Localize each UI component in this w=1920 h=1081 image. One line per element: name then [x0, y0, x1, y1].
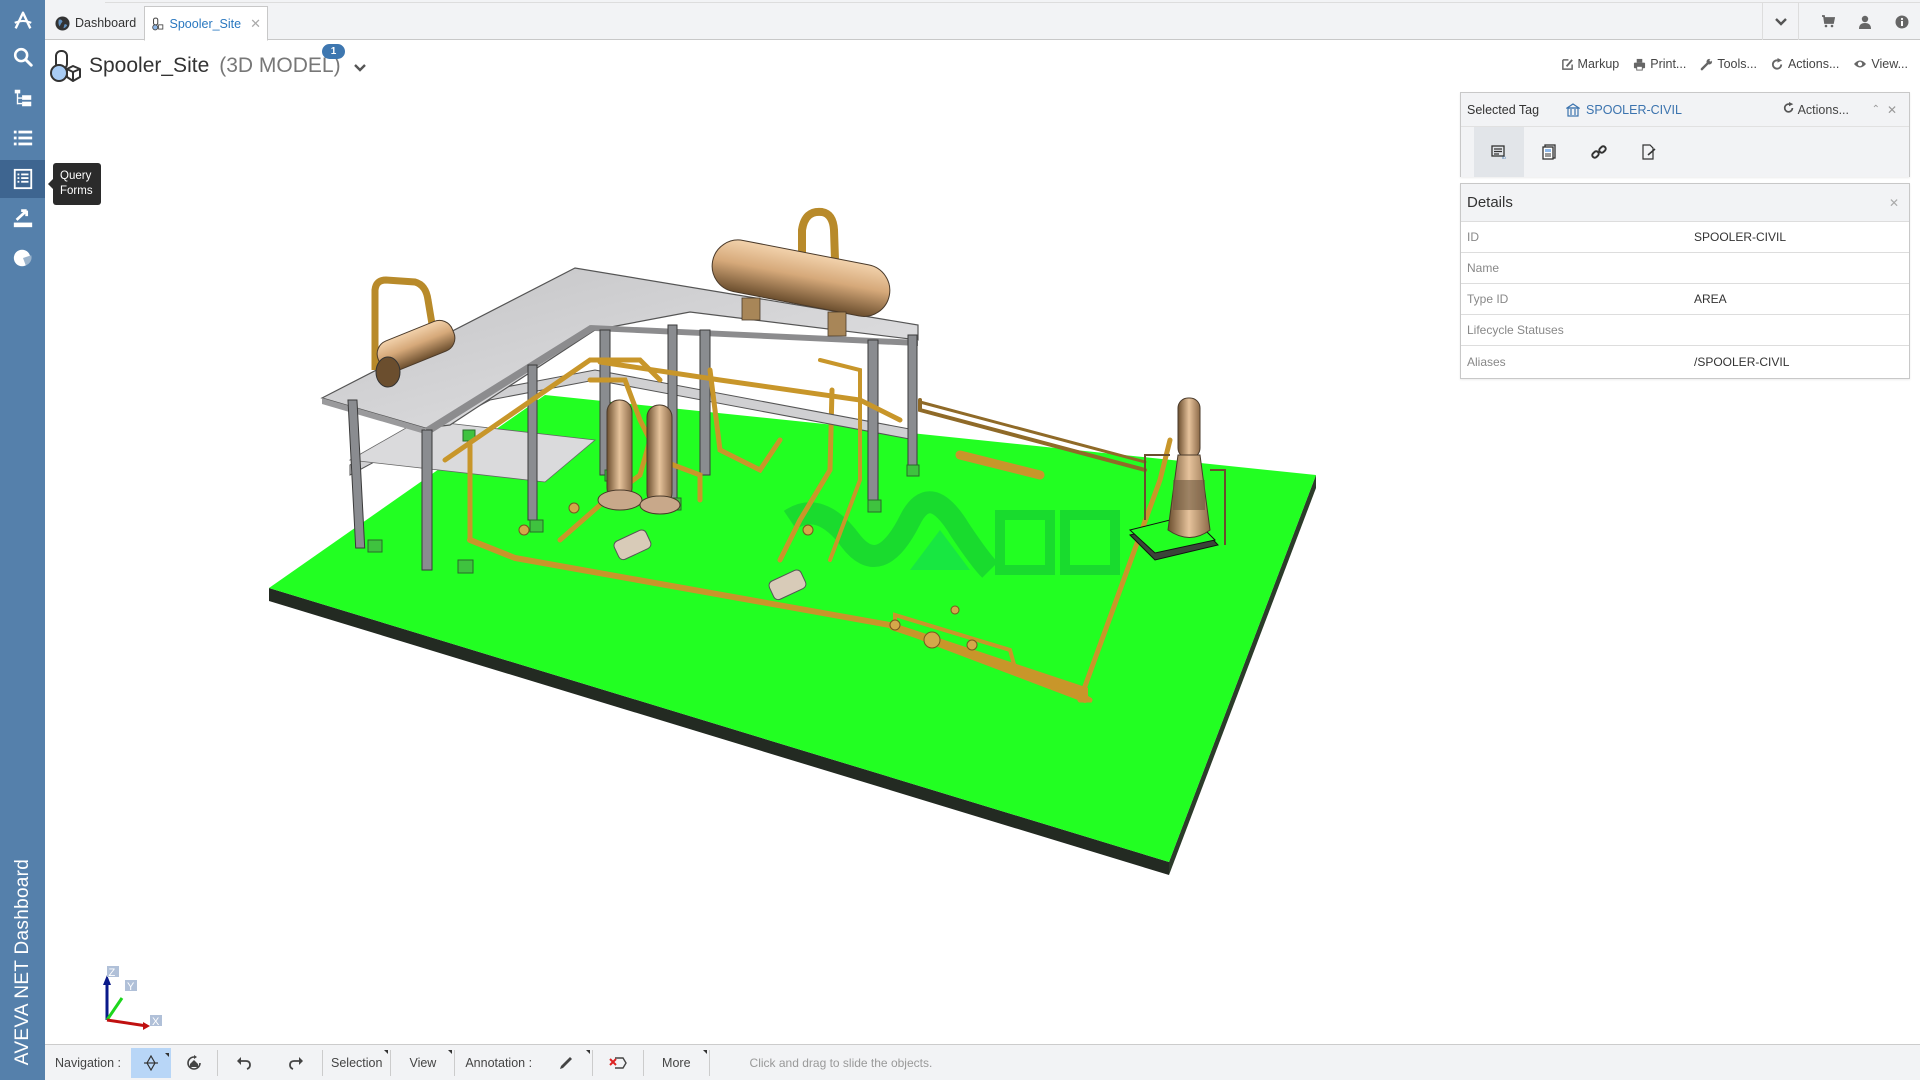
details-row: ID SPOOLER-CIVIL: [1461, 222, 1909, 253]
details-title: Details: [1467, 194, 1513, 211]
tab-bar: Dashboard Spooler_Site ✕: [45, 0, 1920, 41]
close-icon[interactable]: ✕: [1889, 196, 1899, 210]
tab-dashboard[interactable]: Dashboard: [49, 6, 142, 40]
export-icon: [13, 209, 32, 228]
collapse-icon[interactable]: ⌃: [1872, 104, 1880, 115]
details-row: Aliases/SPOOLER-CIVIL: [1467, 354, 1790, 369]
aveva-logo-icon: [13, 11, 32, 29]
markup-button[interactable]: Markup: [1561, 57, 1619, 71]
home-view-button[interactable]: [171, 1045, 217, 1081]
search-icon: [13, 47, 33, 67]
sidebar-item-reports[interactable]: [0, 239, 45, 277]
documents-icon: [1542, 144, 1556, 160]
chevron-down-icon: [354, 64, 366, 72]
navigation-mode-button[interactable]: [131, 1047, 172, 1078]
tools-button[interactable]: Tools...: [1700, 57, 1757, 71]
print-button[interactable]: Print...: [1633, 57, 1686, 71]
close-icon[interactable]: ✕: [1887, 103, 1897, 117]
details-row: Name: [1461, 253, 1909, 284]
cart-button[interactable]: [1809, 3, 1846, 40]
link-icon: [1591, 145, 1607, 159]
details-panel: Details ✕ ID SPOOLER-CIVIL Name Type ID AR…: [1460, 183, 1910, 379]
user-button[interactable]: [1846, 3, 1883, 40]
page-title: Spooler_Site (3D MODEL): [48, 46, 341, 86]
brand-vertical: AVEVA NET Dashboard: [11, 858, 33, 1066]
svg-text:ID: ID: [1502, 155, 1506, 159]
markup-icon: [1561, 58, 1573, 70]
sidebar-item-query-forms[interactable]: [0, 160, 45, 198]
undo-button[interactable]: [218, 1045, 270, 1081]
details-row: Lifecycle Statuses: [1461, 315, 1909, 346]
details-icon: ID: [1491, 145, 1506, 159]
title-dropdown-button[interactable]: [354, 60, 366, 75]
sidebar-item-search[interactable]: [0, 38, 45, 76]
close-tab-icon[interactable]: ✕: [250, 16, 261, 32]
actions-icon: [1783, 102, 1794, 113]
eye-icon: [1854, 60, 1867, 68]
tab-spooler-site[interactable]: Spooler_Site ✕: [144, 6, 268, 41]
tag-links-tool[interactable]: [1574, 127, 1624, 177]
pie-chart-icon: [13, 249, 32, 267]
axis-triad: Z Y X: [103, 966, 162, 1030]
3d-model-icon: [50, 50, 81, 82]
actions-button[interactable]: Actions...: [1771, 57, 1839, 71]
tag-edit-tool[interactable]: [1624, 127, 1674, 177]
selected-tag-link[interactable]: SPOOLER-CIVIL: [1566, 103, 1682, 117]
tabs-dropdown-button[interactable]: [1762, 3, 1799, 40]
list-icon: [13, 130, 32, 146]
user-icon: [1858, 15, 1871, 29]
viewer-actions-toolbar: Markup Print... Tools... Actions... View…: [1561, 57, 1908, 71]
tag-actions-button[interactable]: Actions...: [1783, 102, 1849, 117]
sidebar-item-lists[interactable]: [0, 119, 45, 157]
home-rotate-icon: [187, 1054, 201, 1070]
status-text: Click and drag to slide the objects.: [749, 1055, 933, 1070]
globe-icon: [55, 15, 70, 31]
area-icon: [1566, 102, 1581, 117]
notification-badge[interactable]: 1: [322, 44, 345, 59]
clear-annotation-icon: [609, 1056, 627, 1069]
axis-y-label: Y: [127, 981, 135, 993]
axis-z-label: Z: [109, 967, 116, 979]
undo-icon: [237, 1056, 251, 1070]
redo-button[interactable]: [270, 1045, 322, 1081]
selection-menu[interactable]: Selection: [323, 1045, 390, 1081]
hierarchy-icon: [14, 89, 31, 107]
chevron-down-icon: [1774, 18, 1787, 26]
details-row: Type ID AREA: [1461, 284, 1909, 315]
sidebar-item-home[interactable]: [0, 2, 45, 40]
selected-tag-panel: Selected Tag SPOOLER-CIVIL Actions... ⌃ …: [1460, 92, 1910, 177]
selected-tag-label: Selected Tag: [1467, 102, 1540, 117]
print-icon: [1634, 58, 1646, 71]
axis-x-label: X: [152, 1016, 160, 1028]
tag-details-tool[interactable]: ID: [1474, 127, 1524, 177]
navigation-label: Navigation :: [55, 1055, 122, 1070]
query-forms-icon: [13, 168, 32, 190]
view-button[interactable]: View...: [1853, 57, 1908, 71]
view-menu[interactable]: View: [391, 1045, 454, 1081]
sidebar-item-export[interactable]: [0, 199, 45, 237]
sidebar-item-hierarchy[interactable]: [0, 79, 45, 117]
edit-document-icon: [1642, 144, 1656, 160]
3d-model-icon: [152, 17, 164, 30]
more-menu[interactable]: More: [644, 1045, 708, 1081]
bottom-toolbar: Navigation : Selection View Annotation :…: [45, 1044, 1920, 1080]
annotation-pen-button[interactable]: [540, 1045, 592, 1081]
sidebar: AVEVA NET Dashboard: [0, 0, 45, 1080]
pan-icon: [144, 1054, 159, 1071]
pencil-icon: [560, 1056, 573, 1069]
info-button[interactable]: [1883, 3, 1920, 40]
info-icon: [1895, 15, 1908, 28]
cart-icon: [1821, 15, 1835, 28]
tag-documents-tool[interactable]: [1524, 127, 1574, 177]
clear-annotations-button[interactable]: [593, 1045, 643, 1081]
actions-icon: [1771, 57, 1783, 70]
wrench-icon: [1701, 58, 1713, 70]
redo-icon: [289, 1056, 304, 1070]
annotation-label: Annotation :: [465, 1055, 533, 1070]
